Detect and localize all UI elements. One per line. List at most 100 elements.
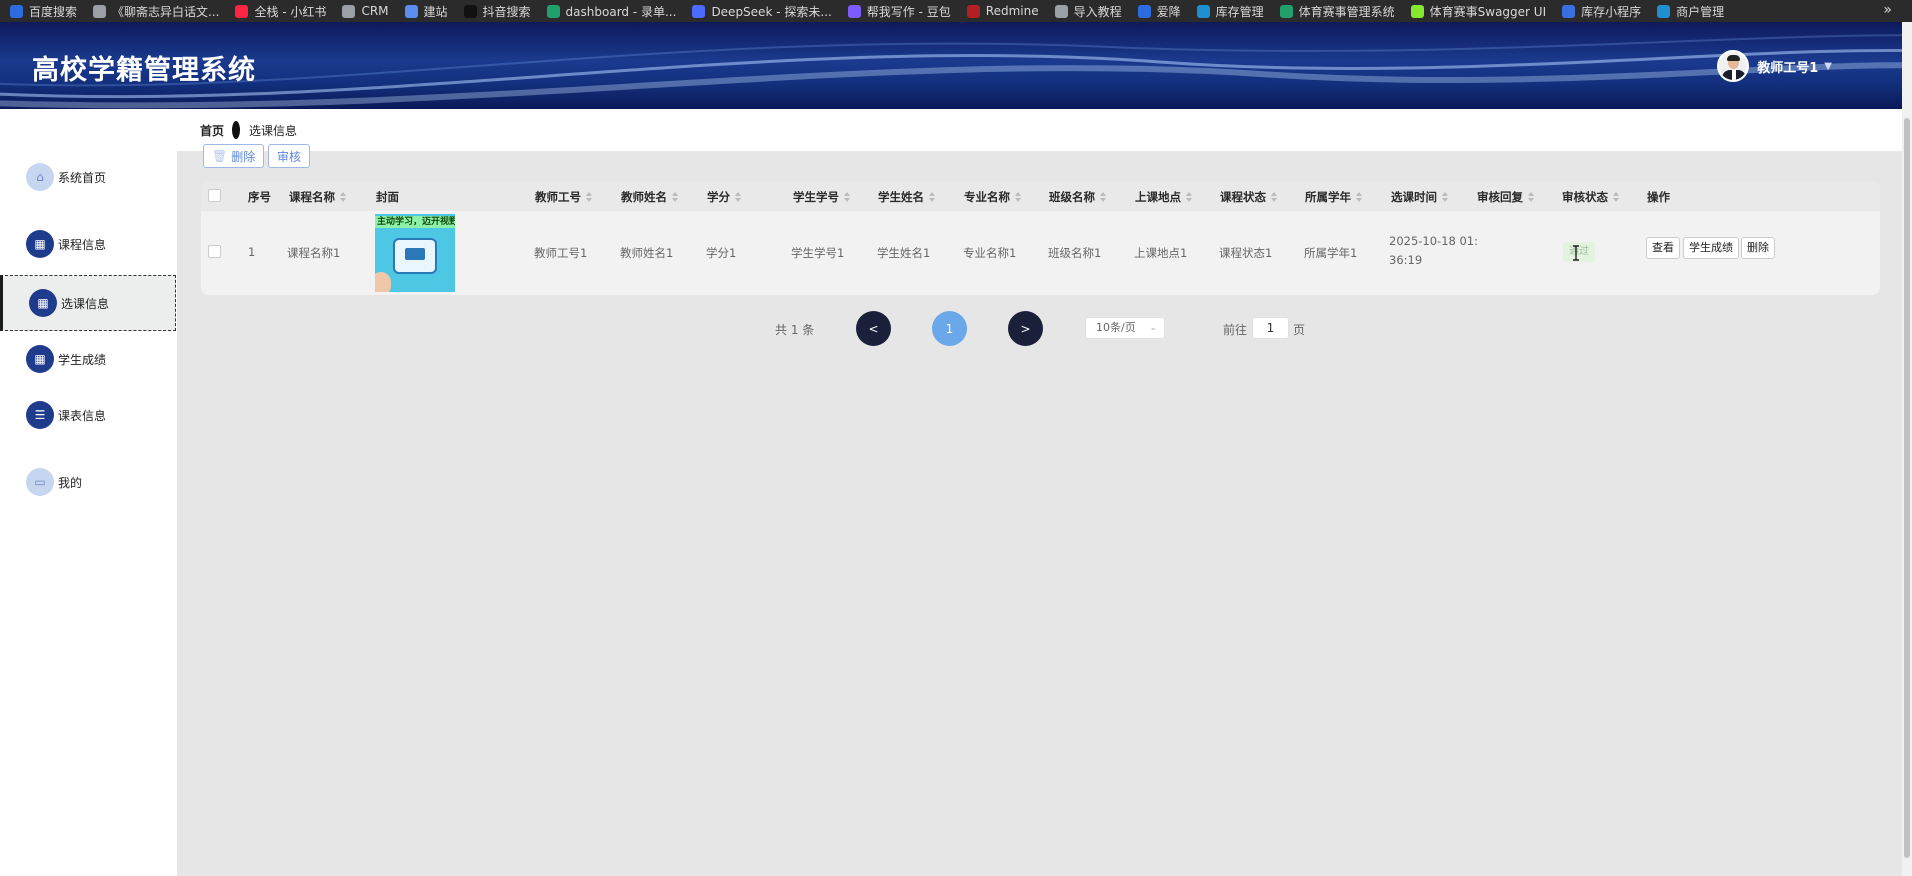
course-cover-image[interactable]: 主动学习，迈开视野 [375, 214, 455, 292]
bookmark-item[interactable]: 百度搜索 [10, 3, 77, 20]
view-button[interactable]: 查看 [1646, 237, 1680, 259]
bookmark-item[interactable]: 建站 [404, 3, 448, 20]
monitor-icon [393, 238, 437, 274]
sort-icon [1015, 192, 1021, 202]
col-course-name[interactable]: 课程名称 [289, 189, 346, 205]
sort-icon [1613, 192, 1619, 202]
cell-select-time: 2025-10-18 01: 36:19 [1389, 234, 1478, 267]
sort-icon [672, 192, 678, 202]
bookmark-item[interactable]: DeepSeek - 探索未... [692, 3, 832, 20]
cell-class-name: 班级名称1 [1048, 246, 1102, 260]
sort-icon [1528, 192, 1534, 202]
col-student-name[interactable]: 学生姓名 [878, 189, 935, 205]
sort-icon [1356, 192, 1362, 202]
avatar [1717, 50, 1750, 82]
bookmark-item[interactable]: 《聊斋志异白话文... [93, 3, 219, 20]
col-school-year[interactable]: 所属学年 [1305, 189, 1362, 205]
cell-teacher-no: 教师工号1 [534, 246, 588, 260]
bookmark-favicon-icon [404, 4, 418, 18]
sort-icon [735, 192, 741, 202]
col-teacher-no[interactable]: 教师工号 [535, 189, 592, 205]
bookmark-item[interactable]: 商户管理 [1657, 3, 1724, 20]
course-selection-table: 序号 课程名称 封面 教师工号 教师姓名 学分 学生学号 学生姓名 专业名称 班… [201, 181, 1880, 295]
bookmark-favicon-icon [1054, 4, 1068, 18]
bookmark-favicon-icon [546, 4, 560, 18]
user-menu[interactable]: 教师工号1 ▼ [1717, 50, 1832, 82]
cell-course-name: 课程名称1 [287, 246, 341, 260]
bookmark-item[interactable]: 导入教程 [1054, 3, 1122, 20]
cell-course-status: 课程状态1 [1219, 246, 1273, 260]
delete-button[interactable]: 🗑 删除 [203, 144, 265, 168]
row-delete-button[interactable]: 删除 [1741, 237, 1775, 259]
prev-page-button[interactable]: < [856, 311, 891, 346]
goto-page-input[interactable]: 1 [1252, 317, 1289, 339]
bookmark-item[interactable]: 库存管理 [1196, 3, 1264, 20]
goto-label: 前往 [1223, 323, 1248, 337]
cell-credit: 学分1 [706, 246, 737, 260]
bookmarks-overflow-icon[interactable]: » [1883, 2, 1892, 18]
sidebar-item-schedule[interactable]: ☰ 课表信息 [0, 387, 176, 443]
page-size-select[interactable]: 10条/页 ⌄ [1085, 317, 1165, 339]
sidebar-item-course-selection[interactable]: ▦ 选课信息 [0, 275, 176, 331]
col-actions: 操作 [1647, 190, 1670, 204]
bookmark-item[interactable]: 体育赛事Swagger UI [1410, 3, 1546, 20]
breadcrumb-current: 选课信息 [249, 123, 298, 138]
breadcrumb: 首页 选课信息 [177, 109, 1902, 151]
cell-index: 1 [248, 245, 256, 259]
bookmark-item[interactable]: Redmine [966, 4, 1039, 18]
col-major[interactable]: 专业名称 [964, 189, 1021, 205]
bookmark-item[interactable]: dashboard - 录单... [546, 3, 676, 20]
sidebar-item-mine[interactable]: ▭ 我的 [0, 454, 176, 510]
sidebar-item-student-scores[interactable]: ▦ 学生成绩 [0, 331, 176, 387]
cell-teacher-name: 教师姓名1 [620, 246, 674, 260]
cell-major: 专业名称1 [963, 246, 1017, 260]
bookmark-favicon-icon [1279, 4, 1293, 18]
bookmark-item[interactable]: CRM [342, 4, 389, 18]
col-credit[interactable]: 学分 [707, 189, 741, 205]
col-course-status[interactable]: 课程状态 [1220, 189, 1277, 205]
col-audit-reply[interactable]: 审核回复 [1477, 189, 1534, 205]
bookmark-favicon-icon [1562, 4, 1576, 18]
col-teacher-name[interactable]: 教师姓名 [621, 189, 678, 205]
bookmark-favicon-icon [235, 4, 249, 18]
user-name: 教师工号1 [1757, 60, 1819, 76]
select-all-checkbox[interactable] [208, 189, 221, 202]
sort-icon [1442, 192, 1448, 202]
text-cursor-icon [1573, 245, 1579, 261]
page-scrollbar[interactable] [1902, 22, 1912, 876]
bookmark-item[interactable]: 体育赛事管理系统 [1279, 3, 1395, 20]
row-checkbox[interactable] [208, 245, 221, 258]
header-wave-decoration [0, 34, 1902, 109]
bookmark-favicon-icon [692, 4, 706, 18]
sort-icon [340, 192, 346, 202]
page-number-current[interactable]: 1 [932, 311, 967, 346]
cover-banner-text: 主动学习，迈开视野 [375, 216, 455, 228]
bookmark-favicon-icon [10, 4, 23, 18]
col-audit-status[interactable]: 审核状态 [1562, 189, 1619, 205]
sidebar-item-home[interactable]: ⌂ 系统首页 [0, 149, 176, 205]
cell-school-year: 所属学年1 [1304, 246, 1358, 260]
scrollbar-thumb[interactable] [1904, 118, 1910, 858]
sidebar-item-course-info[interactable]: ▦ 课程信息 [0, 216, 176, 272]
chevron-down-icon: ⌄ [1149, 323, 1157, 333]
col-index: 序号 [248, 190, 271, 204]
bookmark-item[interactable]: 爱降 [1137, 3, 1181, 20]
bookmark-item[interactable]: 全栈 - 小红书 [235, 3, 326, 20]
cell-location: 上课地点1 [1134, 246, 1188, 260]
col-student-no[interactable]: 学生学号 [793, 189, 850, 205]
sliders-icon: ☰ [26, 401, 54, 429]
col-cover: 封面 [376, 190, 399, 204]
next-page-button[interactable]: > [1008, 311, 1043, 346]
bookmark-item[interactable]: 抖音搜索 [463, 3, 531, 20]
col-select-time[interactable]: 选课时间 [1391, 189, 1448, 205]
sidebar-item-label: 课表信息 [58, 408, 107, 423]
bookmark-favicon-icon [93, 4, 107, 18]
breadcrumb-home[interactable]: 首页 [200, 122, 224, 139]
bookmark-item[interactable]: 帮我写作 - 豆包 [847, 3, 951, 20]
col-location[interactable]: 上课地点 [1135, 189, 1192, 205]
student-scores-button[interactable]: 学生成绩 [1683, 237, 1739, 259]
audit-button[interactable]: 审核 [268, 144, 311, 168]
bookmark-item[interactable]: 库存小程序 [1562, 3, 1641, 20]
col-class-name[interactable]: 班级名称 [1049, 189, 1106, 205]
sort-icon [1271, 192, 1277, 202]
